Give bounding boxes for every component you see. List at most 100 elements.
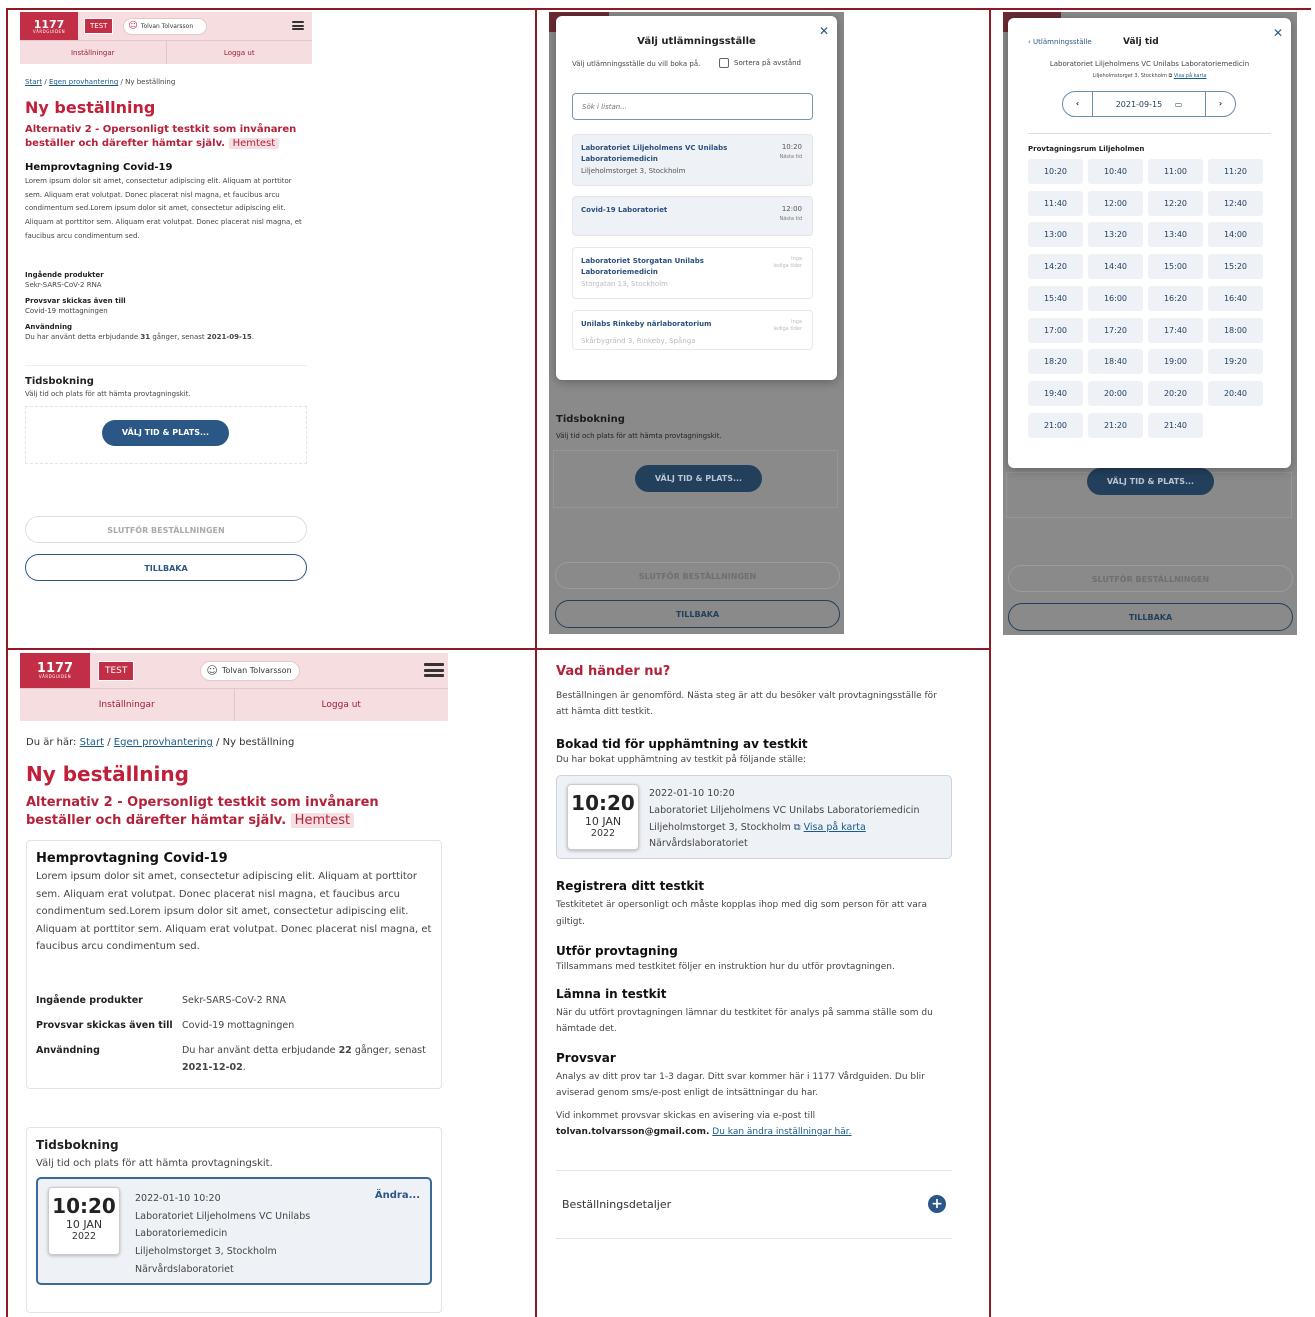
lab-option[interactable]: Laboratoriet Liljeholmens VC Unilabs Lab… <box>572 134 813 186</box>
dimmed-back-button: TILLBAKA <box>1008 603 1293 631</box>
time-slot[interactable]: 19:20 <box>1208 349 1263 375</box>
details-label: Beställningsdetaljer <box>562 1197 672 1211</box>
lab-option-name: Laboratoriet Storgatan Unilabs Laborator… <box>581 257 704 276</box>
time-slot[interactable]: 16:00 <box>1088 285 1143 311</box>
sort-checkbox[interactable]: Sortera på avstånd <box>719 58 801 68</box>
booked-lab: Laboratoriet Liljeholmens VC Unilabs Lab… <box>135 1210 311 1240</box>
lab-option[interactable]: Laboratoriet Storgatan Unilabs Laborator… <box>572 247 813 299</box>
time-slot[interactable]: 20:20 <box>1148 380 1203 406</box>
details-accordion[interactable]: Beställningsdetaljer + <box>556 1171 952 1239</box>
logout-link[interactable]: Logga ut <box>233 689 449 721</box>
time-slot[interactable]: 13:20 <box>1088 222 1143 248</box>
lab-option-name: Unilabs Rinkeby närlaboratorium <box>581 320 712 328</box>
time-slot[interactable]: 15:00 <box>1148 254 1203 280</box>
dimmed-choose-button: VÄLJ TID & PLATS... <box>635 465 762 492</box>
time-slot[interactable]: 18:40 <box>1088 349 1143 375</box>
time-slot[interactable]: 21:40 <box>1148 412 1203 438</box>
usage-value: Du har använt detta erbjudande 31 gånger… <box>25 333 254 342</box>
time-slot[interactable]: 18:00 <box>1208 317 1263 343</box>
time-slot[interactable]: 21:20 <box>1088 412 1143 438</box>
map-link[interactable]: Visa på karta <box>804 822 866 833</box>
booked-time: 10:20 <box>52 1194 116 1219</box>
dimmed-finish-button: SLUTFÖR BESTÄLLNINGEN <box>1008 565 1293 592</box>
change-settings-link[interactable]: Du kan ändra inställningar här. <box>712 1127 851 1137</box>
breadcrumb-start[interactable]: Start <box>80 737 104 748</box>
time-slot[interactable]: 15:20 <box>1208 254 1263 280</box>
change-link[interactable]: Ändra... <box>375 1190 420 1201</box>
settings-link[interactable]: Inställningar <box>20 689 234 721</box>
time-slot[interactable]: 16:40 <box>1208 285 1263 311</box>
sub-nav: Inställningar Logga ut <box>20 688 448 721</box>
booked-title: Bokad tid för upphämtning av testkit <box>556 737 808 752</box>
info-card: Hemprovtagning Covid-19 Lorem ipsum dolo… <box>26 840 442 1090</box>
time-slot[interactable]: 14:00 <box>1208 222 1263 248</box>
lab-option-address: Liljeholmstorget 3, Stockholm <box>581 167 686 175</box>
time-slot[interactable]: 14:40 <box>1088 254 1143 280</box>
products-label: Ingående produkter <box>25 271 104 280</box>
hamburger-menu-icon[interactable] <box>292 21 304 30</box>
leave-desc: När du utfört provtagningen lämnar du te… <box>556 1007 933 1034</box>
user-menu[interactable]: ☺ Tolvan Tolvarsson <box>200 660 301 681</box>
booking-card: Tidsbokning Välj tid och plats för att h… <box>26 1127 442 1314</box>
send-label: Provsvar skickas även till <box>36 1019 173 1031</box>
prev-day-button[interactable]: ‹ <box>1063 92 1093 116</box>
breadcrumb-egen[interactable]: Egen provhantering <box>114 737 213 748</box>
booked-datetime: 2022-01-10 10:20 <box>135 1193 221 1205</box>
header: 1177 VÅRDGUIDEN TEST ☺ Tolvan Tolvarsson <box>20 12 312 40</box>
time-slot[interactable]: 14:20 <box>1028 254 1083 280</box>
time-slot[interactable]: 10:40 <box>1088 159 1143 184</box>
time-slot[interactable]: 19:00 <box>1148 349 1203 375</box>
finish-button[interactable]: SLUTFÖR BESTÄLLNINGEN <box>25 516 307 544</box>
search-input[interactable] <box>572 93 813 120</box>
hamburger-menu-icon[interactable] <box>424 663 444 677</box>
map-link[interactable]: Visa på karta <box>1174 73 1207 79</box>
lab-option-time: Inga <box>791 256 802 262</box>
time-slot[interactable]: 10:20 <box>1028 159 1083 184</box>
time-slot[interactable]: 11:40 <box>1028 190 1083 216</box>
time-slot[interactable]: 16:20 <box>1148 285 1203 311</box>
date-value[interactable]: 2021-09-15 ▭ <box>1093 100 1205 109</box>
time-slot[interactable]: 18:20 <box>1028 349 1083 375</box>
time-slot[interactable]: 19:40 <box>1028 380 1083 406</box>
products-label: Ingående produkter <box>36 994 143 1006</box>
panel-time-modal: VÄLJ TID & PLATS... SLUTFÖR BESTÄLLNINGE… <box>1003 12 1297 635</box>
time-slot[interactable]: 12:40 <box>1208 190 1263 216</box>
time-slot[interactable]: 20:00 <box>1088 380 1143 406</box>
time-slot[interactable]: 20:40 <box>1208 380 1263 406</box>
place-modal: ✕ Välj utlämningsställe Välj utlämningss… <box>556 16 837 380</box>
close-icon[interactable]: ✕ <box>1273 26 1283 40</box>
checkbox-icon <box>719 58 729 68</box>
email: tolvan.tolvarsson@gmail.com. <box>556 1126 710 1137</box>
time-slot[interactable]: 12:20 <box>1148 190 1203 216</box>
time-slot[interactable]: 13:40 <box>1148 222 1203 248</box>
time-slot[interactable]: 17:00 <box>1028 317 1083 343</box>
time-slot[interactable]: 17:20 <box>1088 317 1143 343</box>
logout-link[interactable]: Logga ut <box>165 41 313 64</box>
breadcrumb: Start / Egen provhantering / Ny beställn… <box>25 78 176 86</box>
booked-address: Liljeholmstorget 3, Stockholm ⧉ Visa på … <box>649 821 866 833</box>
time-slot[interactable]: 12:00 <box>1088 190 1143 216</box>
confirm-intro: Beställningen är genomförd. Nästa steg ä… <box>556 691 937 718</box>
user-menu[interactable]: ☺ Tolvan Tolvarsson <box>123 17 208 35</box>
lab-option[interactable]: Covid-19 Laboratoriet 12:00 Nästa tid <box>572 196 813 236</box>
time-slot[interactable]: 11:20 <box>1208 159 1263 184</box>
booking-title: Tidsbokning <box>25 376 94 388</box>
time-slot[interactable]: 11:00 <box>1148 159 1203 184</box>
lab-option[interactable]: Unilabs Rinkeby närlaboratorium Skårbygrä… <box>572 310 813 350</box>
booked-day: 10 JAN <box>584 815 622 829</box>
breadcrumb-start[interactable]: Start <box>25 78 42 86</box>
back-to-place-link[interactable]: ‹ Utlämningsställe <box>1028 38 1092 46</box>
next-day-button[interactable]: › <box>1205 92 1235 116</box>
back-button[interactable]: TILLBAKA <box>25 554 307 582</box>
time-slot[interactable]: 13:00 <box>1028 222 1083 248</box>
notice: Vid inkommet provsvar skickas en aviseri… <box>556 1110 852 1137</box>
lab-name: Laboratoriet Liljeholmens VC Unilabs Lab… <box>1049 60 1250 68</box>
lab-option-sub: Nästa tid <box>779 154 802 160</box>
time-slot[interactable]: 15:40 <box>1028 285 1083 311</box>
time-slot[interactable]: 17:40 <box>1148 317 1203 343</box>
settings-link[interactable]: Inställningar <box>20 41 166 64</box>
lab-option-address: Storgatan 13, Stockholm <box>581 280 668 288</box>
time-slot[interactable]: 21:00 <box>1028 412 1083 438</box>
choose-time-button[interactable]: VÄLJ TID & PLATS... <box>102 420 229 447</box>
breadcrumb-egen[interactable]: Egen provhantering <box>49 78 118 86</box>
